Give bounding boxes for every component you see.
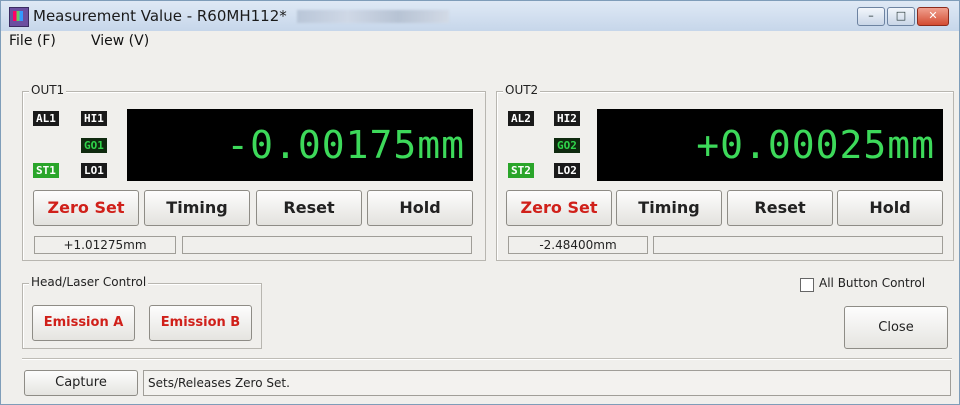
out2-hold-label: Hold — [869, 198, 911, 217]
out2-st-indicator: ST2 — [508, 163, 534, 178]
status-message: Sets/Releases Zero Set. — [143, 370, 951, 396]
out2-reset-button[interactable]: Reset — [727, 190, 833, 226]
close-window-button[interactable]: ✕ — [917, 7, 949, 26]
out2-go-indicator: GO2 — [554, 138, 580, 153]
out2-value: +0.00025mm — [696, 123, 935, 167]
title-bar[interactable]: Measurement Value - R60MH112* – □ ✕ — [1, 1, 959, 31]
close-button[interactable]: Close — [844, 306, 948, 349]
out2-al-indicator: AL2 — [508, 111, 534, 126]
out1-hi-indicator: HI1 — [81, 111, 107, 126]
out2-sub-value: -2.48400mm — [508, 236, 648, 254]
separator — [22, 358, 952, 360]
out2-lo-indicator: LO2 — [554, 163, 580, 178]
out2-timing-label: Timing — [638, 198, 700, 217]
out1-label: OUT1 — [29, 83, 67, 97]
window-title: Measurement Value - R60MH112* — [33, 7, 287, 25]
out1-lo-indicator: LO1 — [81, 163, 107, 178]
out1-sub-field — [182, 236, 472, 254]
out1-al-indicator: AL1 — [33, 111, 59, 126]
out2-timing-button[interactable]: Timing — [616, 190, 722, 226]
out2-display: +0.00025mm — [597, 109, 943, 181]
out1-value: -0.00175mm — [226, 123, 465, 167]
minimize-button[interactable]: – — [857, 7, 885, 26]
maximize-button[interactable]: □ — [887, 7, 915, 26]
out1-zero-set-label: Zero Set — [47, 198, 125, 217]
out2-zero-set-button[interactable]: Zero Set — [506, 190, 612, 226]
out1-timing-label: Timing — [166, 198, 228, 217]
out2-zero-set-label: Zero Set — [520, 198, 598, 217]
out2-hi-indicator: HI2 — [554, 111, 580, 126]
out2-label: OUT2 — [503, 83, 541, 97]
all-button-control-checkbox[interactable] — [800, 278, 814, 292]
menu-file[interactable]: File (F) — [9, 33, 56, 49]
app-window: Measurement Value - R60MH112* – □ ✕ File… — [0, 0, 960, 405]
out1-timing-button[interactable]: Timing — [144, 190, 250, 226]
emission-a-button[interactable]: Emission A — [32, 305, 135, 341]
all-button-control-label: All Button Control — [819, 276, 926, 290]
redacted-title-part — [297, 10, 449, 23]
out2-reset-label: Reset — [754, 198, 806, 217]
head-laser-label: Head/Laser Control — [29, 275, 149, 289]
out1-display: -0.00175mm — [127, 109, 473, 181]
app-icon — [9, 7, 29, 27]
out1-reset-button[interactable]: Reset — [256, 190, 362, 226]
out1-zero-set-button[interactable]: Zero Set — [33, 190, 139, 226]
emission-b-button[interactable]: Emission B — [149, 305, 252, 341]
out1-reset-label: Reset — [283, 198, 335, 217]
menu-bar: File (F) View (V) — [1, 31, 959, 53]
menu-view[interactable]: View (V) — [91, 33, 149, 49]
out1-go-indicator: GO1 — [81, 138, 107, 153]
out1-hold-label: Hold — [399, 198, 441, 217]
capture-button[interactable]: Capture — [24, 370, 138, 396]
out1-hold-button[interactable]: Hold — [367, 190, 473, 226]
out1-st-indicator: ST1 — [33, 163, 59, 178]
out1-sub-value: +1.01275mm — [34, 236, 176, 254]
out2-sub-field — [653, 236, 943, 254]
out2-hold-button[interactable]: Hold — [837, 190, 943, 226]
